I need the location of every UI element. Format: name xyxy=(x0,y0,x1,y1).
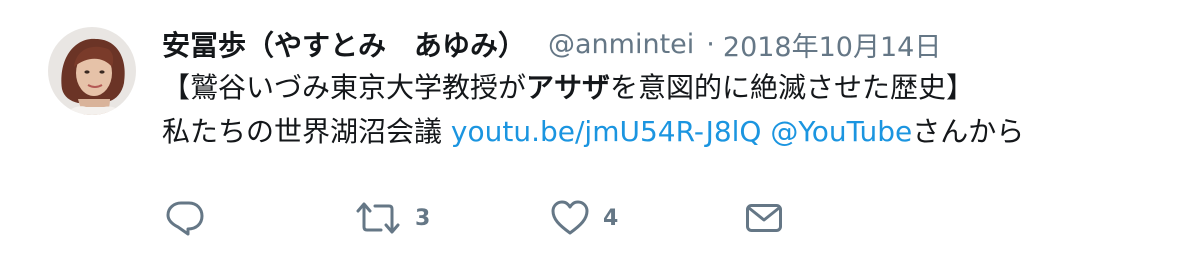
mention-link[interactable]: @YouTube xyxy=(770,115,912,148)
retweet-count: 3 xyxy=(415,205,431,231)
tweet-header: 安冨歩（やすとみ あゆみ） @anmintei · 2018年10月14日 xyxy=(162,22,941,66)
tweet-text-line-1: 【鷲谷いづみ東京大学教授がアサザを意図的に絶滅させた歴史】 xyxy=(162,66,1172,110)
author-handle[interactable]: @anmintei xyxy=(548,29,694,60)
text-segment: を意図的に絶滅させた歴史】 xyxy=(610,71,975,104)
text-segment: さんから xyxy=(912,115,1025,148)
text-segment: 私たちの世界湖沼会議 xyxy=(162,115,451,148)
heart-icon xyxy=(551,200,589,235)
header-separator: · xyxy=(706,28,715,60)
reply-icon xyxy=(166,201,204,236)
avatar[interactable] xyxy=(48,27,136,115)
avatar-photo xyxy=(48,27,136,115)
tweet-text: 【鷲谷いづみ東京大学教授がアサザを意図的に絶滅させた歴史】 私たちの世界湖沼会議… xyxy=(162,66,1172,154)
tweet-date[interactable]: 2018年10月14日 xyxy=(723,25,941,64)
reply-button[interactable] xyxy=(166,198,204,238)
text-segment: 【鷲谷いづみ東京大学教授が xyxy=(162,71,527,104)
text-bold-segment: アサザ xyxy=(526,71,611,104)
direct-message-button[interactable] xyxy=(745,198,783,238)
retweet-icon xyxy=(356,202,400,234)
tweet-text-line-2: 私たちの世界湖沼会議 youtu.be/jmU54R-J8lQ @YouTube… xyxy=(162,110,1172,154)
tweet-actions: 3 4 xyxy=(0,198,1189,238)
envelope-icon xyxy=(746,204,782,232)
youtube-link[interactable]: youtu.be/jmU54R-J8lQ xyxy=(451,115,762,148)
like-button[interactable]: 4 xyxy=(551,198,618,238)
author-name[interactable]: 安冨歩（やすとみ あゆみ） xyxy=(162,24,526,64)
like-count: 4 xyxy=(603,205,619,231)
retweet-button[interactable]: 3 xyxy=(355,198,430,238)
